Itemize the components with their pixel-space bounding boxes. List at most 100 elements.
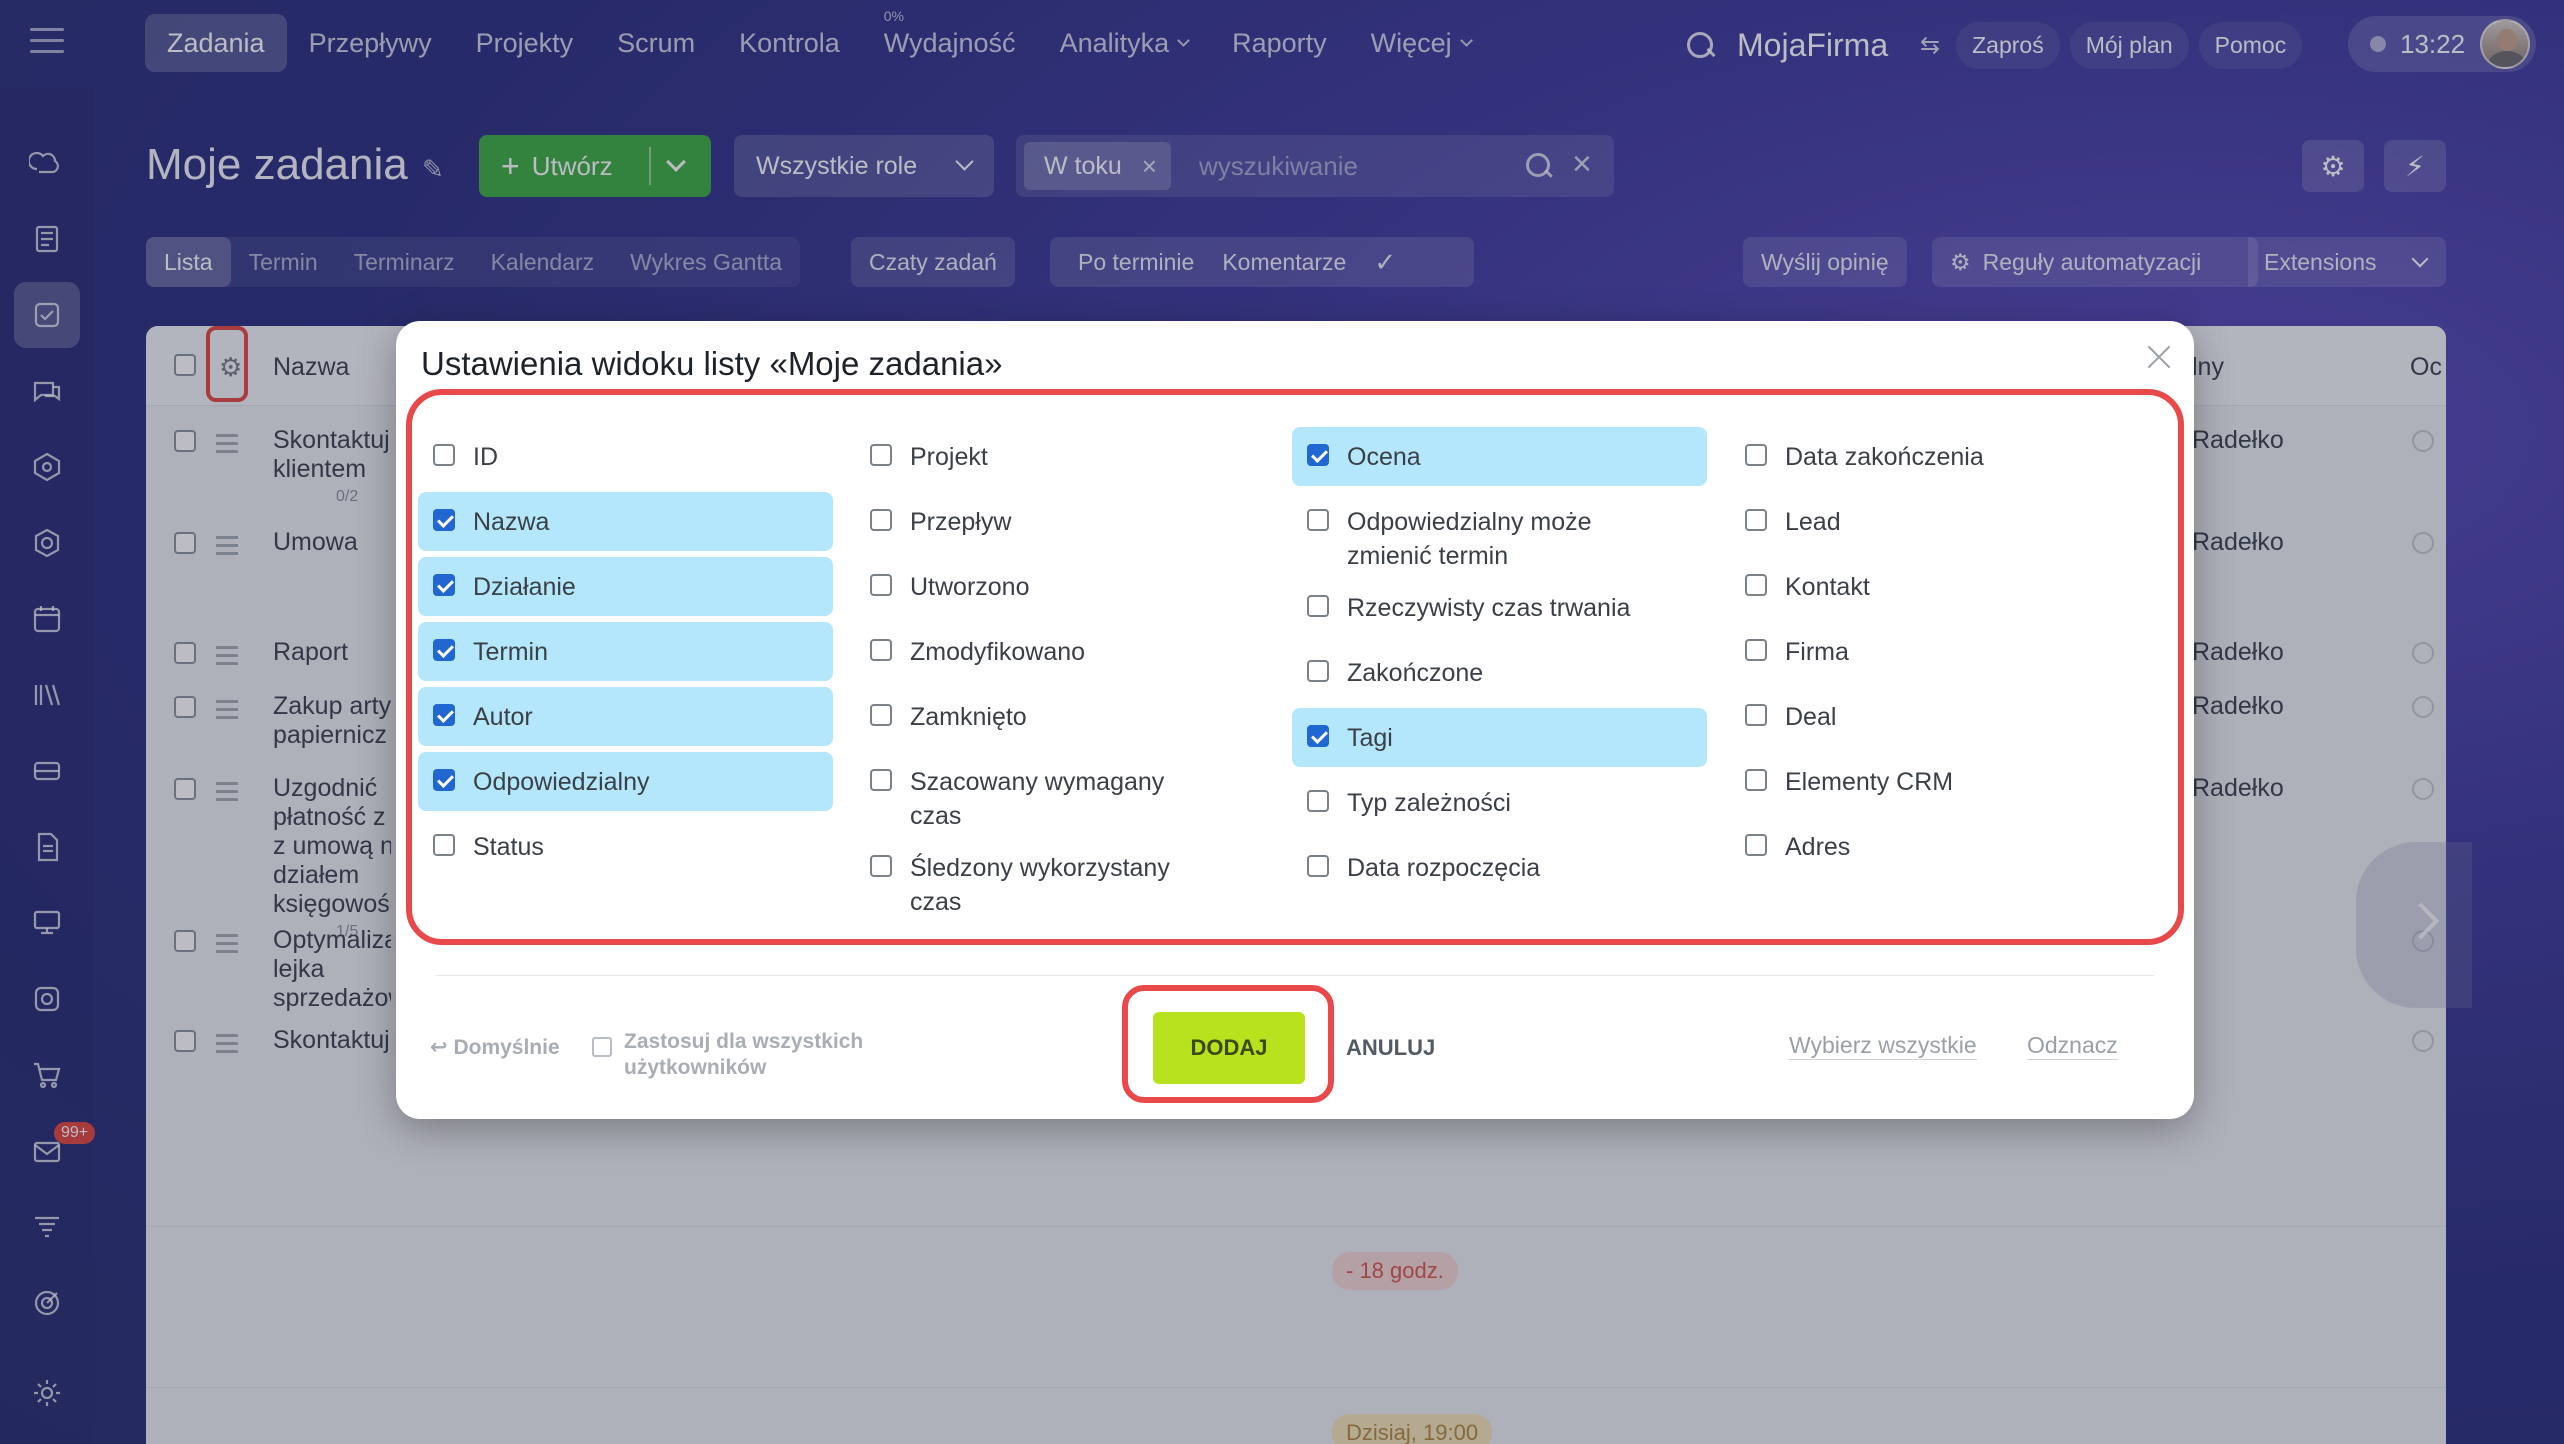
field-checkbox[interactable] — [433, 639, 455, 661]
field-checkbox[interactable] — [870, 574, 892, 596]
field-option[interactable]: Projekt — [855, 427, 1270, 486]
field-label: Data rozpoczęcia — [1347, 854, 1541, 882]
field-label: Nazwa — [473, 508, 550, 536]
field-option[interactable]: Data zakończenia — [1730, 427, 2145, 486]
field-option[interactable]: Śledzony wykorzystany czas — [855, 838, 1270, 924]
field-option[interactable]: Ocena — [1292, 427, 1707, 486]
field-checkbox[interactable] — [870, 769, 892, 791]
field-checkbox[interactable] — [1307, 725, 1329, 747]
field-option[interactable]: Autor — [418, 687, 833, 746]
dialog-title: Ustawienia widoku listy «Moje zadania» — [421, 345, 1003, 382]
field-option[interactable]: Nazwa — [418, 492, 833, 551]
field-option[interactable]: Firma — [1730, 622, 2145, 681]
field-option[interactable]: Data rozpoczęcia — [1292, 838, 1707, 897]
field-checkbox[interactable] — [1307, 660, 1329, 682]
field-option[interactable]: Deal — [1730, 687, 2145, 746]
apply-all-users-checkbox[interactable] — [592, 1037, 612, 1057]
field-checkbox[interactable] — [433, 704, 455, 726]
field-checkbox[interactable] — [1745, 769, 1767, 791]
field-checkbox[interactable] — [1745, 639, 1767, 661]
reset-default-link[interactable]: ↩ Domyślnie — [430, 1035, 560, 1060]
field-label: Ocena — [1347, 443, 1421, 471]
field-label: Data zakończenia — [1785, 443, 1984, 471]
field-label: Zmodyfikowano — [910, 638, 1086, 666]
apply-all-users-label: Zastosuj dla wszystkich użytkowników — [624, 1030, 864, 1079]
field-label: Odpowiedzialny może zmienić termin — [1347, 508, 1592, 570]
field-checkbox[interactable] — [433, 769, 455, 791]
apply-all-users-option[interactable]: Zastosuj dla wszystkich użytkowników — [592, 1029, 924, 1081]
field-label: Projekt — [910, 443, 988, 471]
field-label: Autor — [473, 703, 533, 731]
cancel-button[interactable]: ANULUJ — [1346, 1035, 1435, 1061]
field-option[interactable]: Termin — [418, 622, 833, 681]
field-column-0: ID Nazwa Działanie Termin Autor Odpowiedzialn… — [418, 427, 833, 882]
unselect-all-link[interactable]: Odznacz — [2027, 1032, 2118, 1060]
field-option[interactable]: Rzeczywisty czas trwania — [1292, 578, 1707, 637]
field-label: Przepływ — [910, 508, 1012, 536]
field-checkbox[interactable] — [1745, 574, 1767, 596]
field-checkbox[interactable] — [870, 855, 892, 877]
field-label: Śledzony wykorzystany czas — [910, 854, 1170, 916]
field-label: Firma — [1785, 638, 1849, 666]
field-checkbox[interactable] — [433, 509, 455, 531]
field-option[interactable]: Działanie — [418, 557, 833, 616]
field-checkbox[interactable] — [1745, 509, 1767, 531]
field-checkbox[interactable] — [870, 639, 892, 661]
field-label: Termin — [473, 638, 549, 666]
list-view-settings-dialog: Ustawienia widoku listy «Moje zadania» I… — [396, 321, 2194, 1119]
field-label: Działanie — [473, 573, 576, 601]
field-checkbox[interactable] — [1745, 704, 1767, 726]
field-option[interactable]: Typ zależności — [1292, 773, 1707, 832]
field-checkbox[interactable] — [870, 444, 892, 466]
field-label: ID — [473, 443, 498, 471]
field-option[interactable]: Tagi — [1292, 708, 1707, 767]
add-button[interactable]: DODAJ — [1153, 1012, 1305, 1084]
field-checkbox[interactable] — [870, 509, 892, 531]
field-option[interactable]: Kontakt — [1730, 557, 2145, 616]
field-checkbox[interactable] — [1307, 595, 1329, 617]
field-label: Zamknięto — [910, 703, 1027, 731]
field-label: Odpowiedzialny — [473, 768, 650, 796]
field-option[interactable]: Utworzono — [855, 557, 1270, 616]
field-checkbox[interactable] — [1307, 855, 1329, 877]
field-option[interactable]: Szacowany wymagany czas — [855, 752, 1270, 838]
reset-icon: ↩ — [430, 1036, 448, 1059]
fields-selection-box: ID Nazwa Działanie Termin Autor Odpowiedzialn… — [406, 389, 2184, 945]
field-checkbox[interactable] — [1745, 444, 1767, 466]
field-option[interactable]: Zamknięto — [855, 687, 1270, 746]
field-option[interactable]: Lead — [1730, 492, 2145, 551]
field-option[interactable]: ID — [418, 427, 833, 486]
field-checkbox[interactable] — [1745, 834, 1767, 856]
field-column-3: Data zakończenia Lead Kontakt Firma Deal Elem… — [1730, 427, 2145, 882]
field-option[interactable]: Adres — [1730, 817, 2145, 876]
field-label: Typ zależności — [1347, 789, 1511, 817]
field-option[interactable]: Zmodyfikowano — [855, 622, 1270, 681]
field-option[interactable]: Odpowiedzialny — [418, 752, 833, 811]
field-checkbox[interactable] — [870, 704, 892, 726]
field-option[interactable]: Przepływ — [855, 492, 1270, 551]
field-label: Szacowany wymagany czas — [910, 768, 1165, 830]
select-all-link[interactable]: Wybierz wszystkie — [1789, 1032, 1977, 1060]
field-column-2: Ocena Odpowiedzialny może zmienić termin R… — [1292, 427, 1707, 903]
field-option[interactable]: Odpowiedzialny może zmienić termin — [1292, 492, 1707, 578]
field-checkbox[interactable] — [433, 834, 455, 856]
field-label: Status — [473, 833, 544, 861]
field-checkbox[interactable] — [433, 574, 455, 596]
field-checkbox[interactable] — [1307, 790, 1329, 812]
field-checkbox[interactable] — [433, 444, 455, 466]
field-label: Zakończone — [1347, 659, 1484, 687]
field-label: Kontakt — [1785, 573, 1870, 601]
close-icon[interactable] — [2144, 343, 2172, 371]
field-option[interactable]: Status — [418, 817, 833, 876]
field-label: Tagi — [1347, 724, 1393, 752]
field-checkbox[interactable] — [1307, 509, 1329, 531]
footer-divider — [436, 975, 2154, 976]
field-label: Deal — [1785, 703, 1837, 731]
field-label: Adres — [1785, 833, 1851, 861]
field-option[interactable]: Zakończone — [1292, 643, 1707, 702]
field-option[interactable]: Elementy CRM — [1730, 752, 2145, 811]
field-column-1: Projekt Przepływ Utworzono Zmodyfikowano Zam… — [855, 427, 1270, 924]
field-checkbox[interactable] — [1307, 444, 1329, 466]
field-label: Lead — [1785, 508, 1841, 536]
field-label: Elementy CRM — [1785, 768, 1954, 796]
